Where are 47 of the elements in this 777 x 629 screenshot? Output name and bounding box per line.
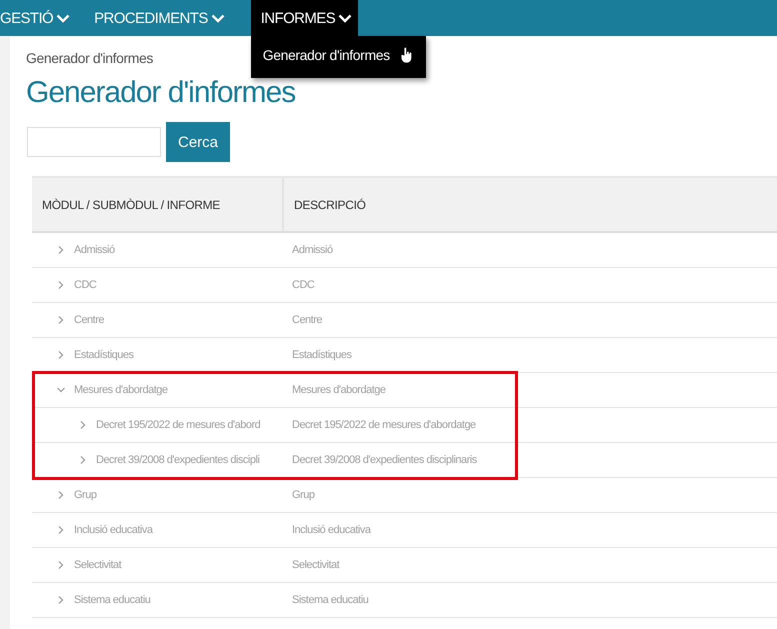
module-name[interactable]: Sistema educatiu: [74, 594, 150, 606]
page-title: Generador d'informes: [26, 76, 296, 110]
chevron-right-icon[interactable]: [56, 245, 66, 255]
chevron-right-icon[interactable]: [56, 315, 66, 325]
table-cell-text: Decret 39/2008 d'expedientes disciplinaris: [291, 454, 477, 466]
hand-pointer-icon: [400, 46, 414, 64]
chevron-right-icon[interactable]: [78, 455, 88, 465]
nav-menu-item[interactable]: INFORMES: [250, 0, 358, 36]
module-name[interactable]: Mesures d'abordatge: [74, 384, 168, 396]
table-cell-text: Sistema educatiu: [291, 594, 368, 606]
chevron-down-icon: [338, 14, 352, 22]
table-cell-text: Inclusió educativa: [291, 524, 370, 536]
table-cell-text: Estadístiques: [291, 349, 352, 361]
chevron-right-icon[interactable]: [56, 490, 66, 500]
report-name[interactable]: Decret 39/2008 d'expedientes discipli: [96, 454, 260, 466]
module-name[interactable]: Selectivitat: [74, 559, 122, 571]
chevron-down-icon: [210, 14, 225, 22]
table-cell-text: Centre: [291, 314, 322, 326]
table-cell-text: CDC: [291, 279, 314, 291]
column-header: MÒDUL / SUBMÒDUL / INFORME: [41, 198, 221, 212]
dropdown-menu-item[interactable]: Generador d'informes: [262, 47, 390, 63]
chevron-down-icon: [56, 14, 70, 22]
module-name[interactable]: Inclusió educativa: [74, 524, 152, 536]
module-name[interactable]: CDC: [74, 279, 96, 291]
table-cell-text: Selectivitat: [291, 559, 340, 571]
module-name[interactable]: Estadístiques: [74, 349, 134, 361]
nav-menu-item[interactable]: GESTIÓ: [0, 0, 82, 36]
chevron-down-icon[interactable]: [56, 385, 66, 395]
chevron-right-icon[interactable]: [56, 525, 66, 535]
module-name[interactable]: Centre: [74, 314, 104, 326]
chevron-right-icon[interactable]: [56, 280, 66, 290]
table-cell-text: Mesures d'abordatge: [291, 384, 386, 396]
breadcrumb: Generador d'informes: [26, 50, 153, 66]
chevron-right-icon[interactable]: [56, 350, 66, 360]
chevron-right-icon[interactable]: [78, 420, 88, 430]
module-name[interactable]: Grup: [74, 489, 96, 501]
nav-menu-item[interactable]: PROCEDIMENTS: [82, 0, 237, 36]
column-header: DESCRIPCIÓ: [282, 178, 366, 231]
table-cell-text: Admissió: [291, 244, 333, 256]
chevron-right-icon[interactable]: [56, 595, 66, 605]
search-field[interactable]: [27, 127, 161, 157]
table-cell-text: Decret 195/2022 de mesures d'abordatge: [291, 419, 476, 431]
module-name[interactable]: Admissió: [74, 244, 115, 256]
chevron-right-icon[interactable]: [56, 560, 66, 570]
search-button[interactable]: Cerca: [166, 122, 230, 162]
table-cell-text: Grup: [291, 489, 314, 501]
report-name[interactable]: Decret 195/2022 de mesures d'abord: [96, 419, 260, 431]
